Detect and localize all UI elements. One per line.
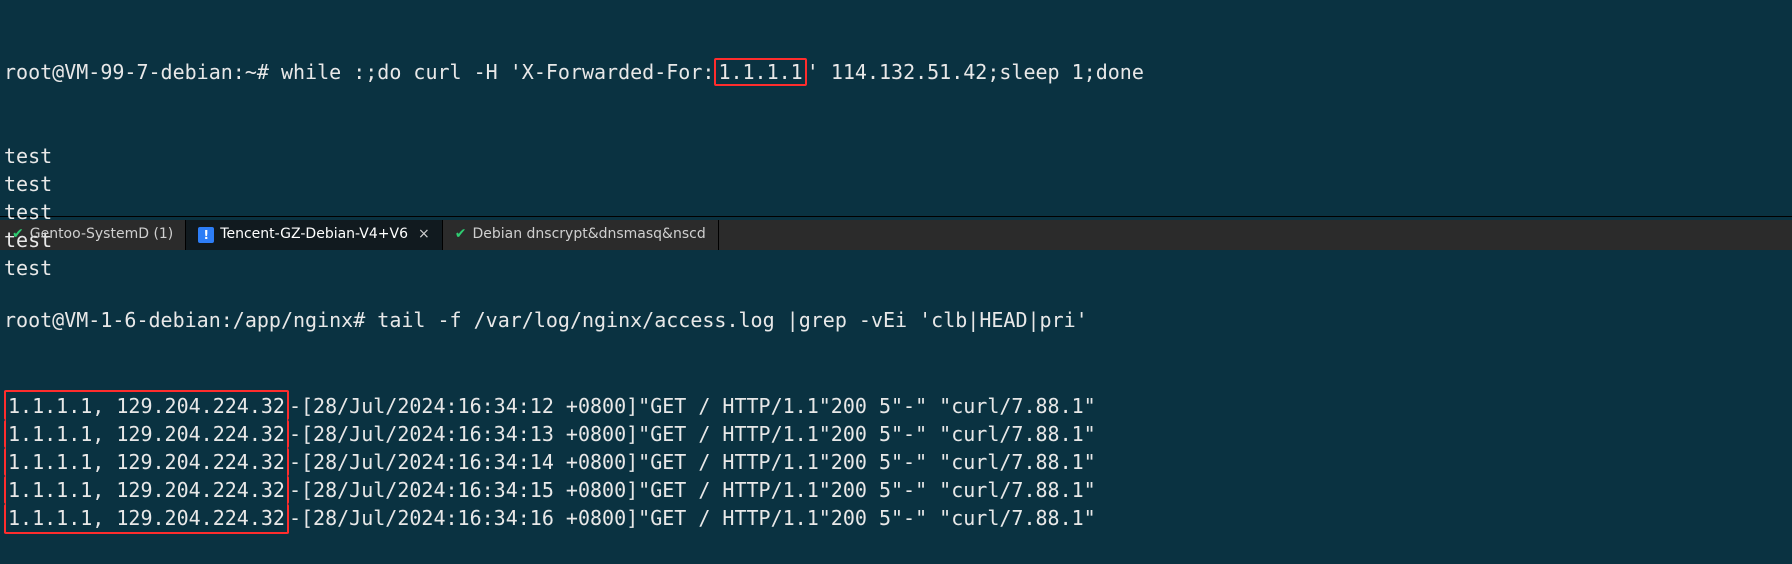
check-icon: ✔ [12,225,24,245]
terminal-pane-top[interactable]: root@VM-99-7-debian:~# while :;do curl -… [0,0,1792,216]
command-line-top: root@VM-99-7-debian:~# while :;do curl -… [4,58,1788,86]
log-line: 1.1.1.1, 129.204.224.32-[28/Jul/2024:16:… [4,420,1788,448]
highlight-client-ips: 1.1.1.1, 129.204.224.32 [4,504,289,534]
tab-tencent-debian[interactable]: ! Tencent-GZ-Debian-V4+V6 × [186,220,442,250]
output-line: test [4,142,1788,170]
log-separator: - [289,394,301,418]
cmd-pre: while :;do curl -H 'X-Forwarded-For: [281,60,714,84]
highlight-client-ips: 1.1.1.1, 129.204.224.32 [4,476,289,504]
highlight-client-ips: 1.1.1.1, 129.204.224.32 [4,448,289,476]
highlight-xff-ip: 1.1.1.1 [714,58,806,86]
log-rest: [28/Jul/2024:16:34:12 +0800]"GET / HTTP/… [301,394,1096,418]
log-rest: [28/Jul/2024:16:34:16 +0800]"GET / HTTP/… [301,506,1096,530]
log-output-bottom: 1.1.1.1, 129.204.224.32-[28/Jul/2024:16:… [4,390,1788,534]
log-line: 1.1.1.1, 129.204.224.32-[28/Jul/2024:16:… [4,504,1788,534]
tab-label: Tencent-GZ-Debian-V4+V6 [220,225,408,245]
cmd-bottom: tail -f /var/log/nginx/access.log |grep … [377,308,1087,332]
log-rest: [28/Jul/2024:16:34:14 +0800]"GET / HTTP/… [301,450,1096,474]
log-separator: - [289,422,301,446]
terminal-pane-bottom[interactable]: root@VM-1-6-debian:/app/nginx# tail -f /… [0,250,1792,564]
session-tab-bar: ✔ Gentoo-SystemD (1) ! Tencent-GZ-Debian… [0,220,1792,250]
tab-debian-dns[interactable]: ✔ Debian dnscrypt&dnsmasq&nscd [443,220,719,250]
check-icon: ✔ [455,225,467,245]
output-line: test [4,170,1788,198]
log-line: 1.1.1.1, 129.204.224.32-[28/Jul/2024:16:… [4,448,1788,476]
log-rest: [28/Jul/2024:16:34:13 +0800]"GET / HTTP/… [301,422,1096,446]
tab-gentoo[interactable]: ✔ Gentoo-SystemD (1) [0,220,186,250]
close-icon[interactable]: × [418,225,430,245]
prompt-top: root@VM-99-7-debian:~# [4,60,281,84]
command-line-bottom: root@VM-1-6-debian:/app/nginx# tail -f /… [4,306,1788,334]
highlight-client-ips: 1.1.1.1, 129.204.224.32 [4,390,289,420]
warn-icon: ! [198,227,214,243]
log-separator: - [289,450,301,474]
tab-label: Debian dnscrypt&dnsmasq&nscd [472,225,705,245]
prompt-bottom: root@VM-1-6-debian:/app/nginx# [4,308,377,332]
log-line: 1.1.1.1, 129.204.224.32-[28/Jul/2024:16:… [4,476,1788,504]
tab-label: Gentoo-SystemD (1) [30,225,174,245]
log-rest: [28/Jul/2024:16:34:15 +0800]"GET / HTTP/… [301,478,1096,502]
cmd-post: ' 114.132.51.42;sleep 1;done [807,60,1144,84]
log-separator: - [289,506,301,530]
log-line: 1.1.1.1, 129.204.224.32-[28/Jul/2024:16:… [4,390,1788,420]
highlight-client-ips: 1.1.1.1, 129.204.224.32 [4,420,289,448]
log-separator: - [289,478,301,502]
